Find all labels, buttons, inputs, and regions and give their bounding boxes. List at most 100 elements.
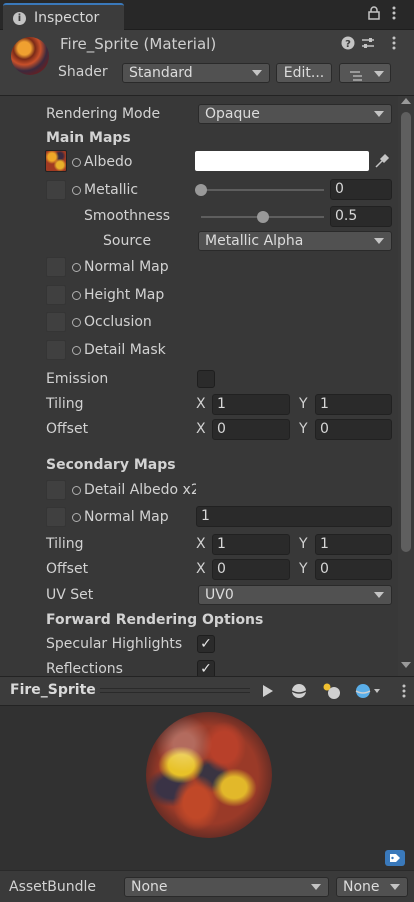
scrollbar-thumb[interactable]	[401, 112, 411, 552]
tab-inspector[interactable]: i Inspector	[3, 3, 124, 30]
shader-label: Shader	[58, 64, 108, 80]
list-dropdown-button[interactable]	[339, 63, 391, 83]
forward-rendering-options-heading: Forward Rendering Options	[46, 612, 264, 628]
uv-set-dropdown[interactable]: UV0	[198, 585, 392, 605]
detail-mask-texture-slot[interactable]	[46, 340, 66, 360]
object-picker-icon[interactable]	[72, 513, 81, 522]
uv-set-label: UV Set	[46, 587, 94, 603]
chevron-down-icon	[374, 111, 384, 117]
chevron-down-icon	[374, 238, 384, 244]
kebab-menu-icon[interactable]	[392, 5, 396, 25]
object-picker-icon[interactable]	[72, 318, 81, 327]
offset-y-label: Y	[299, 421, 308, 437]
light-icon[interactable]	[322, 682, 342, 704]
rendering-mode-label: Rendering Mode	[46, 106, 161, 122]
reflections-label: Reflections	[46, 661, 123, 676]
normal-map-texture-slot[interactable]	[46, 257, 66, 277]
edit-shader-button[interactable]: Edit...	[276, 63, 332, 83]
source-dropdown[interactable]: Metallic Alpha	[198, 231, 392, 251]
list-icon	[350, 68, 364, 86]
secondary-tiling-x-field[interactable]: 1	[212, 534, 290, 555]
play-icon[interactable]	[262, 684, 274, 702]
occlusion-texture-slot[interactable]	[46, 312, 66, 332]
sphere-dropdown-icon[interactable]	[355, 683, 381, 703]
albedo-color-field[interactable]	[195, 151, 369, 171]
secondary-tiling-y-field[interactable]: 1	[315, 534, 392, 555]
object-picker-icon[interactable]	[72, 486, 81, 495]
secondary-offset-y-label: Y	[299, 561, 308, 577]
info-icon: i	[13, 12, 26, 25]
object-picker-icon[interactable]	[72, 186, 81, 195]
secondary-tiling-x-label: X	[196, 536, 206, 552]
rendering-mode-value: Opaque	[205, 106, 260, 122]
emission-checkbox[interactable]	[197, 370, 215, 388]
scroll-down-arrow-icon[interactable]	[401, 662, 411, 668]
offset-x-field[interactable]: 0	[212, 419, 290, 440]
object-picker-icon[interactable]	[72, 158, 81, 167]
tiling-x-field[interactable]: 1	[212, 394, 290, 415]
material-title: Fire_Sprite (Material)	[60, 35, 217, 53]
preview-resize-handle[interactable]	[100, 688, 250, 693]
chevron-down-icon	[252, 70, 262, 76]
specular-highlights-label: Specular Highlights	[46, 636, 183, 652]
albedo-texture-slot[interactable]	[45, 150, 67, 172]
tab-label: Inspector	[34, 10, 100, 26]
rendering-mode-dropdown[interactable]: Opaque	[198, 104, 392, 124]
secondary-offset-label: Offset	[46, 561, 89, 577]
chevron-down-icon	[374, 592, 384, 598]
assetbundle-variant-value: None	[343, 879, 380, 895]
tiling-x-label: X	[196, 396, 206, 412]
secondary-normal-map-texture-slot[interactable]	[46, 507, 66, 527]
secondary-normal-scale-field[interactable]: 1	[196, 506, 392, 527]
object-picker-icon[interactable]	[72, 291, 81, 300]
specular-highlights-checkbox[interactable]: ✓	[197, 635, 215, 653]
tag-icon[interactable]	[385, 850, 405, 866]
metallic-slider-handle[interactable]	[195, 184, 207, 196]
object-picker-icon[interactable]	[72, 263, 81, 272]
material-preview-sphere[interactable]	[146, 712, 272, 838]
secondary-offset-x-field[interactable]: 0	[212, 559, 290, 580]
smoothness-label: Smoothness	[84, 208, 171, 224]
lock-icon[interactable]	[368, 6, 380, 24]
metallic-value-field[interactable]: 0	[330, 179, 392, 200]
offset-x-label: X	[196, 421, 206, 437]
object-picker-icon[interactable]	[72, 346, 81, 355]
detail-albedo-label: Detail Albedo x2	[84, 482, 196, 498]
sphere-shape-icon[interactable]	[291, 683, 307, 703]
eyedropper-icon[interactable]	[374, 153, 390, 173]
secondary-tiling-y-label: Y	[299, 536, 308, 552]
material-thumbnail	[11, 37, 49, 75]
kebab-menu-icon[interactable]	[402, 683, 406, 703]
smoothness-value-field[interactable]: 0.5	[330, 206, 392, 227]
tiling-label: Tiling	[46, 396, 84, 412]
assetbundle-label: AssetBundle	[9, 879, 97, 895]
settings-sliders-icon[interactable]	[361, 36, 375, 54]
chevron-down-icon	[311, 884, 321, 890]
source-label: Source	[103, 233, 152, 249]
help-icon[interactable]: ?	[341, 36, 355, 54]
assetbundle-name-dropdown[interactable]: None	[124, 877, 329, 897]
tiling-y-field[interactable]: 1	[315, 394, 392, 415]
kebab-menu-icon[interactable]	[392, 35, 396, 55]
assetbundle-variant-dropdown[interactable]: None	[336, 877, 408, 897]
reflections-checkbox[interactable]: ✓	[197, 660, 215, 676]
secondary-offset-y-field[interactable]: 0	[315, 559, 392, 580]
svg-text:?: ?	[345, 39, 351, 50]
shader-value: Standard	[129, 65, 193, 81]
detail-albedo-texture-slot[interactable]	[46, 480, 66, 500]
metallic-slider-track[interactable]	[201, 189, 324, 191]
uv-set-value: UV0	[205, 587, 234, 603]
metallic-label: Metallic	[84, 182, 139, 198]
secondary-maps-heading: Secondary Maps	[46, 457, 176, 473]
main-maps-heading: Main Maps	[46, 130, 131, 146]
secondary-tiling-label: Tiling	[46, 536, 84, 552]
offset-y-field[interactable]: 0	[315, 419, 392, 440]
smoothness-slider-handle[interactable]	[256, 211, 269, 223]
preview-title: Fire_Sprite	[10, 682, 96, 698]
height-map-texture-slot[interactable]	[46, 285, 66, 305]
metallic-texture-slot[interactable]	[46, 180, 66, 200]
shader-dropdown[interactable]: Standard	[122, 63, 270, 83]
secondary-offset-x-label: X	[196, 561, 206, 577]
scroll-up-arrow-icon[interactable]	[401, 98, 411, 104]
height-map-label: Height Map	[84, 287, 165, 303]
